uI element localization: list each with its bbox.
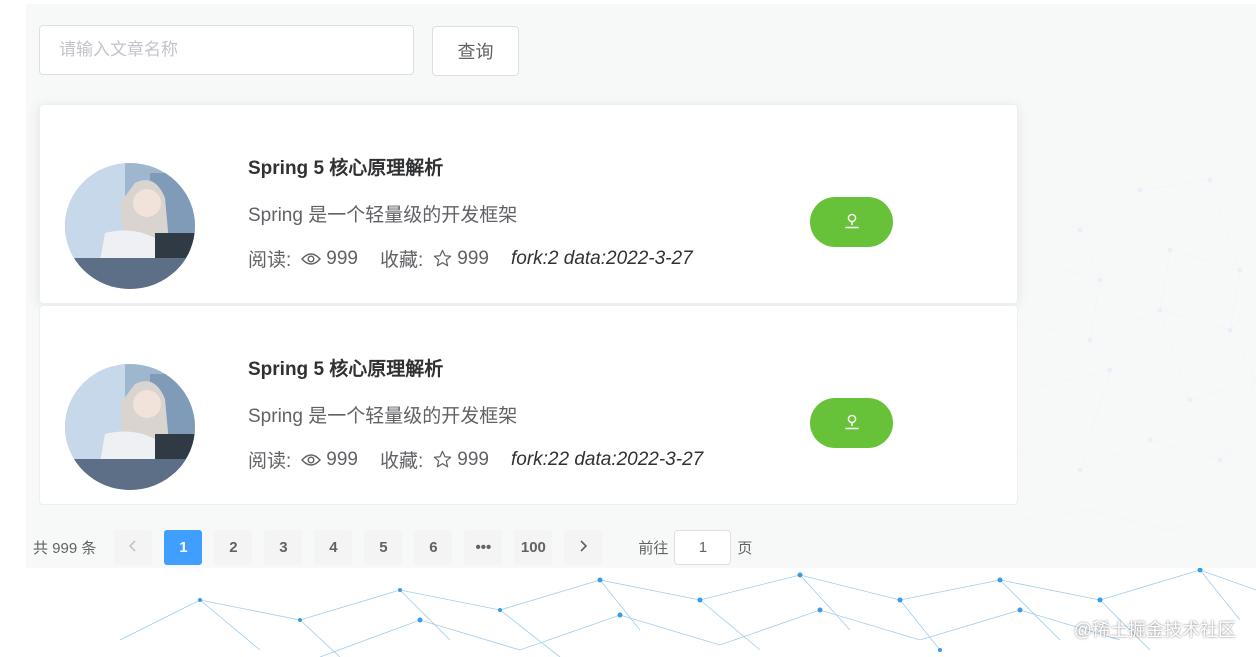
favorite-count: 999 <box>457 247 489 269</box>
chevron-left-icon <box>128 539 138 556</box>
favorite-label: 收藏: <box>379 451 424 472</box>
goto-page-input[interactable] <box>674 530 732 565</box>
article-extra-info: fork:22 data:2022-3-27 <box>510 448 704 470</box>
page-button-2[interactable]: 2 <box>214 530 253 565</box>
page-button-100[interactable]: 100 <box>514 530 553 565</box>
article-extra-info: fork:2 data:2022-3-27 <box>510 247 693 269</box>
watermark: @稀土掘金技术社区 <box>1073 620 1236 640</box>
article-card: Spring 5 核心原理解析 Spring 是一个轻量级的开发框架 阅读: 9… <box>39 305 1018 505</box>
goto-prefix: 前往 <box>638 540 669 557</box>
article-title[interactable]: Spring 5 核心原理解析 <box>248 153 443 180</box>
search-button[interactable]: 查询 <box>432 26 519 76</box>
user-action-button[interactable] <box>810 398 893 448</box>
page-button-6[interactable]: 6 <box>414 530 453 565</box>
article-title[interactable]: Spring 5 核心原理解析 <box>248 354 443 381</box>
favorite-count: 999 <box>457 448 489 470</box>
user-action-button[interactable] <box>810 197 893 247</box>
page-button-1[interactable]: 1 <box>164 530 203 565</box>
page-ellipsis-button[interactable]: ••• <box>464 530 503 565</box>
article-description: Spring 是一个轻量级的开发框架 <box>248 205 518 226</box>
eye-icon <box>301 252 322 266</box>
read-label: 阅读: <box>248 451 292 472</box>
article-search-input[interactable] <box>39 25 414 75</box>
page-button-3[interactable]: 3 <box>264 530 303 565</box>
article-card: Spring 5 核心原理解析 Spring 是一个轻量级的开发框架 阅读: 9… <box>39 104 1018 304</box>
goto-suffix: 页 <box>737 540 753 557</box>
eye-icon <box>301 453 322 467</box>
next-page-button[interactable] <box>564 530 603 565</box>
favorite-label: 收藏: <box>379 250 424 271</box>
article-meta: 阅读: 999 收藏: 999 fork:2 data:2022-3-27 <box>248 245 693 272</box>
page-jump: 前往 页 <box>638 530 752 565</box>
read-label: 阅读: <box>248 250 292 271</box>
user-icon <box>843 212 861 233</box>
avatar <box>65 163 195 289</box>
read-count: 999 <box>326 448 358 470</box>
article-description: Spring 是一个轻量级的开发框架 <box>248 406 518 427</box>
article-meta: 阅读: 999 收藏: 999 fork:22 data:2022-3-27 <box>248 446 703 473</box>
star-icon[interactable] <box>433 450 452 469</box>
avatar <box>65 364 195 490</box>
star-icon[interactable] <box>433 249 452 268</box>
read-count: 999 <box>326 247 358 269</box>
page-button-4[interactable]: 4 <box>314 530 353 565</box>
pagination-total: 共 999 条 <box>33 540 97 557</box>
page-button-5[interactable]: 5 <box>364 530 403 565</box>
chevron-right-icon <box>578 539 588 556</box>
user-icon <box>843 413 861 434</box>
pagination: 共 999 条 1 2 3 4 5 6 ••• 100 前往 页 <box>33 530 752 565</box>
prev-page-button[interactable] <box>114 530 153 565</box>
